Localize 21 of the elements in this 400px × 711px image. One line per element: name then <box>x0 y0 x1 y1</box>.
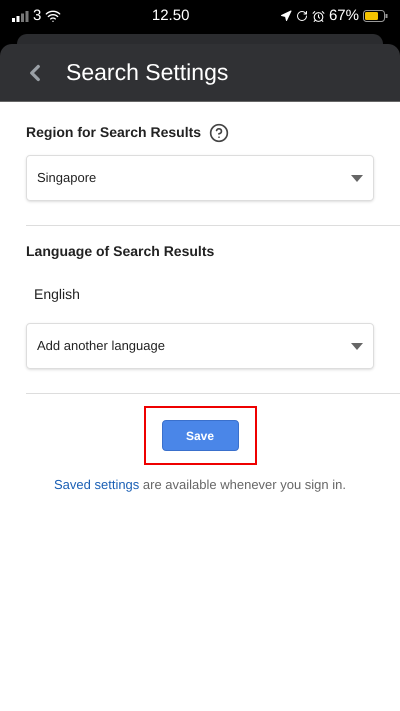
clock-time: 12.50 <box>152 6 190 26</box>
dropdown-caret-icon <box>351 342 363 350</box>
saved-settings-link[interactable]: Saved settings <box>54 477 140 492</box>
battery-icon <box>362 10 388 22</box>
help-icon[interactable] <box>209 122 230 142</box>
battery-percent: 67% <box>328 6 359 26</box>
section-heading: Language of Search Results <box>25 242 216 261</box>
save-button[interactable]: Save <box>162 420 238 451</box>
saved-settings-note: Saved settings are available whenever you sign in. <box>53 476 347 494</box>
rotation-lock-icon <box>296 10 308 22</box>
page-title: Search Settings <box>66 58 228 88</box>
alarm-icon <box>312 10 325 22</box>
language-label: English <box>33 285 81 304</box>
region-dropdown[interactable]: Singapore <box>26 155 374 201</box>
location-icon <box>280 10 292 22</box>
section-heading: Region for Search Results <box>26 123 202 142</box>
signal-icon <box>12 10 29 22</box>
carrier-label: 3 <box>33 6 42 26</box>
wifi-icon <box>45 8 62 24</box>
language-dropdown[interactable]: Add another language <box>26 323 374 369</box>
dropdown-caret-icon <box>351 174 363 182</box>
